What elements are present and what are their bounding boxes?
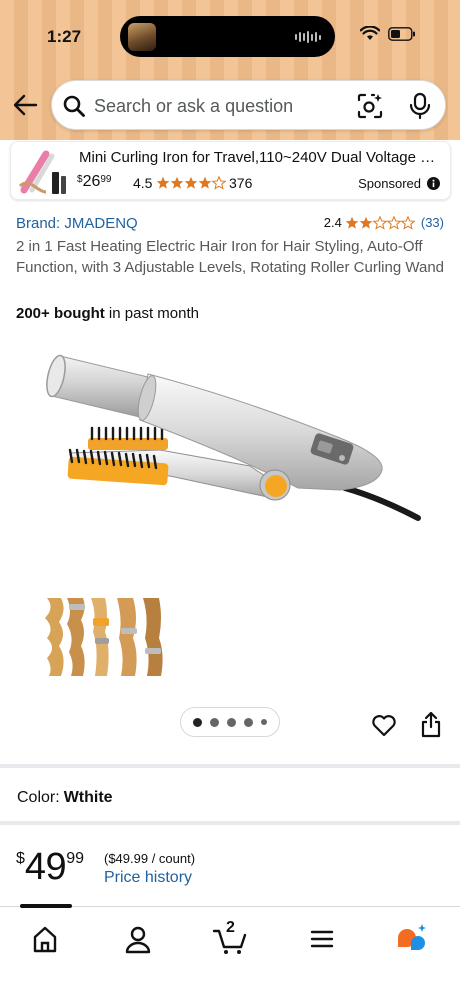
header: 1:27 — [0, 0, 460, 140]
ad-price: $2699 — [77, 173, 112, 190]
search-bar[interactable] — [51, 80, 446, 130]
status-time: 1:27 — [47, 27, 82, 46]
unit-price: ($49.99 / count) — [104, 851, 196, 866]
product-thumbnail-image[interactable] — [41, 598, 166, 676]
bought-in-past-month: 200+ bought in past month — [16, 305, 199, 322]
section-divider — [0, 821, 460, 825]
home-icon[interactable] — [25, 921, 65, 957]
sponsored-ad-card[interactable]: Mini Curling Iron for Travel,110~240V Du… — [10, 141, 451, 200]
ad-star-rating-icon — [157, 176, 227, 190]
product-rating[interactable]: 2.4 (33) — [324, 215, 444, 230]
audio-wave-icon — [295, 30, 321, 44]
dynamic-island — [120, 16, 335, 57]
image-pager[interactable] — [180, 707, 280, 737]
ad-product-image — [16, 146, 68, 198]
now-playing-thumbnail — [128, 23, 156, 51]
pager-dot[interactable] — [227, 717, 236, 727]
sponsored-label[interactable]: Sponsored — [358, 176, 440, 191]
product-title: 2 in 1 Fast Heating Electric Hair Iron f… — [16, 238, 444, 276]
share-icon[interactable] — [419, 710, 443, 738]
selected-color: Wthite — [63, 789, 113, 806]
pager-dot[interactable] — [210, 717, 219, 727]
rufus-icon[interactable] — [393, 921, 433, 957]
status-icons — [360, 26, 416, 41]
wifi-icon — [360, 26, 380, 40]
rating-count-link[interactable]: (33) — [421, 215, 444, 230]
ad-rating-count: 376 — [229, 175, 253, 191]
pager-dot[interactable] — [244, 717, 253, 727]
heart-icon[interactable] — [371, 712, 397, 738]
star-rating-icon — [345, 215, 415, 229]
ad-title[interactable]: Mini Curling Iron for Travel,110~240V Du… — [79, 149, 444, 166]
info-icon — [427, 177, 440, 190]
product-price: $4999 — [16, 846, 84, 888]
search-icon — [63, 95, 85, 117]
account-icon[interactable] — [118, 921, 158, 957]
color-selector-label: Color: Wthite — [17, 789, 113, 806]
battery-icon — [388, 26, 415, 41]
menu-icon[interactable] — [302, 921, 342, 957]
price-history-link[interactable]: Price history — [104, 869, 192, 887]
ad-rating: 4.5 — [133, 175, 227, 191]
search-row — [0, 80, 460, 130]
microphone-icon[interactable] — [408, 92, 432, 120]
active-tab-indicator — [20, 904, 72, 908]
bottom-navigation: 2 — [0, 904, 460, 1000]
pager-dot-active[interactable] — [193, 717, 202, 727]
back-arrow-icon[interactable] — [12, 92, 38, 118]
cart-count: 2 — [226, 919, 235, 936]
search-input[interactable] — [94, 93, 344, 119]
camera-lens-icon[interactable] — [357, 93, 383, 119]
product-image[interactable] — [40, 338, 430, 538]
cart-button[interactable]: 2 — [211, 919, 251, 957]
brand-link[interactable]: Brand: JMADENQ — [16, 215, 138, 232]
section-divider — [0, 764, 460, 768]
pager-dot[interactable] — [261, 719, 267, 725]
